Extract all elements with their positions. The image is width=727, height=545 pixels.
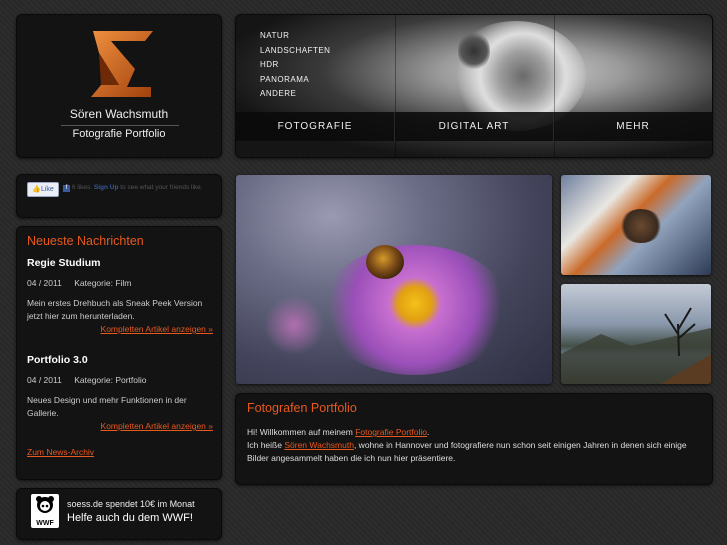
site-subtitle: Fotografie Portfolio [72,128,166,140]
welcome-text: Hi! Willkommen auf meinem Fotografie Por… [247,426,707,465]
facebook-like-panel: 👍Like f 6 likes. Sign Up to see what you… [16,174,222,218]
like-suffix: to see what your friends like. [120,184,203,191]
nav-digital-art[interactable]: DIGITAL ART [395,112,554,141]
nav-banner: NATUR LANDSCHAFTEN HDR PANORAMA ANDERE F… [235,14,713,158]
wwf-line-2: Helfe auch du dem WWF! [67,512,193,524]
facebook-like-button[interactable]: 👍Like [27,182,59,197]
nav-mehr[interactable]: MEHR [554,112,712,141]
subnav-panorama[interactable]: PANORAMA [260,73,330,88]
article-date: 04 / 2011 [27,278,62,288]
intro-text: Ich heiße [247,440,282,450]
thumbnail-photo-lake-tree[interactable] [561,284,711,384]
read-more-link[interactable]: Kompletten Artikel anzeigen » [27,324,213,334]
article-category: Kategorie: Portfolio [74,375,147,385]
article-title[interactable]: Regie Studium [27,257,213,269]
welcome-heading: Fotografen Portfolio [247,401,357,415]
bee-shape [366,245,404,279]
logo-s-icon[interactable] [89,29,155,99]
article-meta: 04 / 2011 Kategorie: Portfolio [27,375,213,385]
subnav-hdr[interactable]: HDR [260,58,330,73]
logo-panel: Sören Wachsmuth Fotografie Portfolio [16,14,222,158]
news-panel: Neueste Nachrichten Regie Studium 04 / 2… [16,226,222,480]
author-link[interactable]: Sören Wachsmuth [284,440,354,450]
facebook-icon: f [63,185,70,192]
subnav-landschaften[interactable]: LANDSCHAFTEN [260,44,330,59]
nav-fotografie[interactable]: FOTOGRAFIE [236,112,395,141]
article-date: 04 / 2011 [27,375,62,385]
divider [61,125,179,126]
article-title[interactable]: Portfolio 3.0 [27,354,213,366]
like-info-text: f 6 likes. Sign Up to see what your frie… [63,184,203,192]
subnav-natur[interactable]: NATUR [260,29,330,44]
article-meta: 04 / 2011 Kategorie: Film [27,278,213,288]
wwf-line-1: soess.de spendet 10€ im Monat [67,499,195,509]
flower-shape [320,245,510,375]
main-navigation: FOTOGRAFIE DIGITAL ART MEHR [236,112,712,141]
thumbnail-photo-fox[interactable] [561,175,711,275]
bee-silhouette [458,31,490,71]
featured-photo-aster-bee[interactable] [236,175,552,384]
like-label: Like [40,186,54,193]
thumbs-up-icon: 👍 [32,186,41,193]
news-article: Portfolio 3.0 04 / 2011 Kategorie: Portf… [27,354,213,431]
like-count: 6 likes. [71,184,93,191]
article-text: Neues Design und mehr Funktionen in der … [27,395,187,418]
blurred-flower [264,295,324,355]
greeting-text: Hi! Willkommen auf meinem [247,427,353,437]
portfolio-link[interactable]: Fotografie Portfolio [355,427,427,437]
article-text: Mein erstes Drehbuch als Sneak Peek Vers… [27,298,203,321]
welcome-panel: Fotografen Portfolio Hi! Willkommen auf … [235,393,713,485]
wwf-banner[interactable]: WWF soess.de spendet 10€ im Monat Helfe … [16,488,222,540]
sub-navigation: NATUR LANDSCHAFTEN HDR PANORAMA ANDERE [260,29,330,102]
news-heading: Neueste Nachrichten [27,234,144,248]
fox-shape [619,209,663,243]
article-category: Kategorie: Film [74,278,132,288]
tree-shape [561,307,711,384]
subnav-andere[interactable]: ANDERE [260,87,330,102]
wwf-panda-logo: WWF [31,494,59,528]
signup-link[interactable]: Sign Up [94,184,119,191]
site-owner-name: Sören Wachsmuth [69,107,169,121]
read-more-link[interactable]: Kompletten Artikel anzeigen » [27,421,213,431]
news-archive-link[interactable]: Zum News-Archiv [27,447,94,457]
news-article: Regie Studium 04 / 2011 Kategorie: Film … [27,257,213,334]
wwf-logo-text: WWF [36,520,54,527]
greeting-end: . [427,427,430,437]
